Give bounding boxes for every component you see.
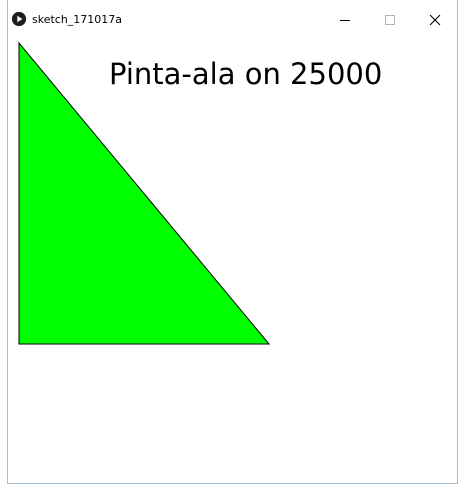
title-bar[interactable]: sketch_171017a <box>0 0 466 41</box>
area-text: Pinta-ala on 25000 <box>109 57 382 91</box>
maximize-icon <box>385 15 395 25</box>
window-title: sketch_171017a <box>32 13 123 26</box>
minimize-button[interactable] <box>330 8 360 32</box>
processing-play-icon[interactable] <box>12 12 26 26</box>
sketch-window: sketch_171017a Pinta-ala on 25000 <box>0 0 466 493</box>
maximize-button[interactable] <box>375 8 405 32</box>
sketch-canvas[interactable]: Pinta-ala on 25000 <box>8 41 458 484</box>
minimize-icon <box>340 20 350 21</box>
close-button[interactable] <box>420 8 450 32</box>
close-icon <box>429 14 441 26</box>
